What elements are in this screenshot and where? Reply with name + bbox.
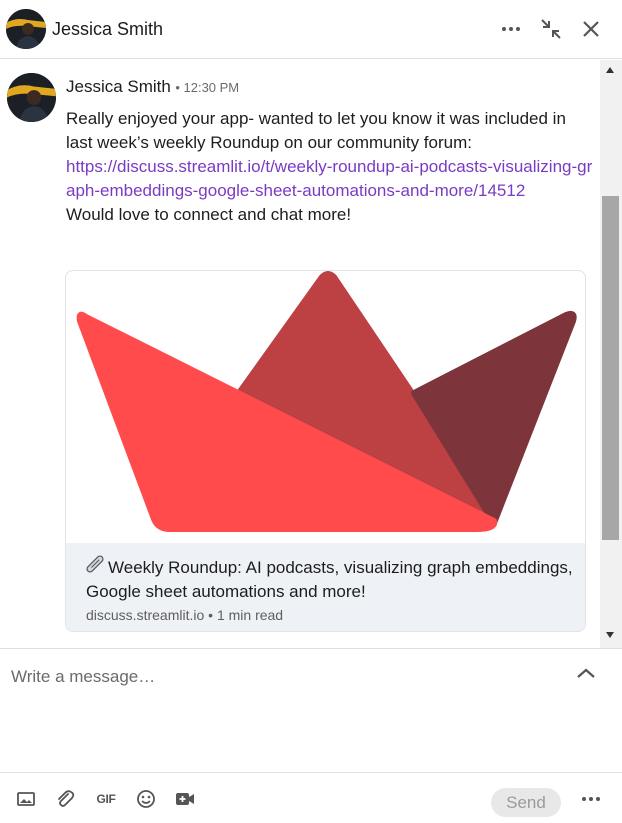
message-text: Really enjoyed your app- wanted to let y… bbox=[66, 109, 566, 152]
message-sender[interactable]: Jessica Smith bbox=[66, 77, 171, 96]
header-avatar[interactable] bbox=[6, 9, 46, 49]
gif-icon: GIF bbox=[96, 792, 116, 806]
chevron-up-icon bbox=[577, 668, 595, 678]
scroll-down-arrow-icon[interactable] bbox=[606, 632, 614, 638]
attach-image-button[interactable] bbox=[15, 789, 37, 809]
gif-button[interactable]: GIF bbox=[94, 789, 118, 809]
link-preview-footer: Weekly Roundup: AI podcasts, visualizing… bbox=[66, 543, 585, 631]
message-body: Really enjoyed your app- wanted to let y… bbox=[66, 107, 596, 227]
video-meeting-icon bbox=[176, 793, 194, 805]
minimize-button[interactable] bbox=[536, 14, 566, 44]
close-button[interactable] bbox=[576, 14, 606, 44]
header-contact-name[interactable]: Jessica Smith bbox=[52, 19, 163, 40]
composer-toolbar: GIF Send bbox=[0, 772, 622, 823]
more-options-button[interactable] bbox=[496, 14, 526, 44]
emoji-icon bbox=[137, 790, 155, 808]
message-meta: Jessica Smith • 12:30 PM bbox=[66, 77, 239, 97]
message-time: • 12:30 PM bbox=[175, 80, 240, 95]
close-icon bbox=[583, 21, 599, 37]
emoji-button[interactable] bbox=[135, 789, 157, 809]
video-meeting-button[interactable] bbox=[174, 789, 196, 809]
link-preview-title[interactable]: Weekly Roundup: AI podcasts, visualizing… bbox=[86, 555, 585, 604]
message-list[interactable]: Jessica Smith • 12:30 PM Really enjoyed … bbox=[0, 60, 622, 648]
sender-avatar[interactable] bbox=[7, 73, 56, 122]
attach-file-button[interactable] bbox=[54, 789, 76, 809]
link-preview-source: discuss.streamlit.io • 1 min read bbox=[86, 607, 585, 623]
composer-more-options-button[interactable] bbox=[578, 789, 604, 809]
message-text-closing: Would love to connect and chat more! bbox=[66, 205, 352, 224]
link-preview-card[interactable]: Weekly Roundup: AI podcasts, visualizing… bbox=[65, 270, 586, 632]
message-composer bbox=[0, 648, 622, 772]
scrollbar-thumb[interactable] bbox=[602, 196, 619, 540]
message-input[interactable] bbox=[11, 667, 551, 687]
minimize-icon bbox=[541, 19, 561, 39]
more-icon bbox=[502, 27, 520, 31]
link-preview-read-time: • 1 min read bbox=[208, 607, 284, 623]
send-button[interactable]: Send bbox=[491, 788, 561, 817]
attachment-icon bbox=[58, 790, 75, 807]
image-icon bbox=[17, 792, 35, 806]
streamlit-logo-image bbox=[76, 271, 577, 532]
message-link[interactable]: https://discuss.streamlit.io/t/weekly-ro… bbox=[66, 155, 596, 203]
link-preview-domain: discuss.streamlit.io bbox=[86, 607, 205, 623]
scroll-up-arrow-icon[interactable] bbox=[606, 67, 614, 73]
more-icon bbox=[582, 797, 600, 801]
paperclip-icon bbox=[86, 555, 108, 580]
message-scrollbar[interactable] bbox=[600, 60, 622, 648]
expand-composer-button[interactable] bbox=[574, 663, 598, 683]
chat-header: Jessica Smith bbox=[0, 0, 622, 59]
